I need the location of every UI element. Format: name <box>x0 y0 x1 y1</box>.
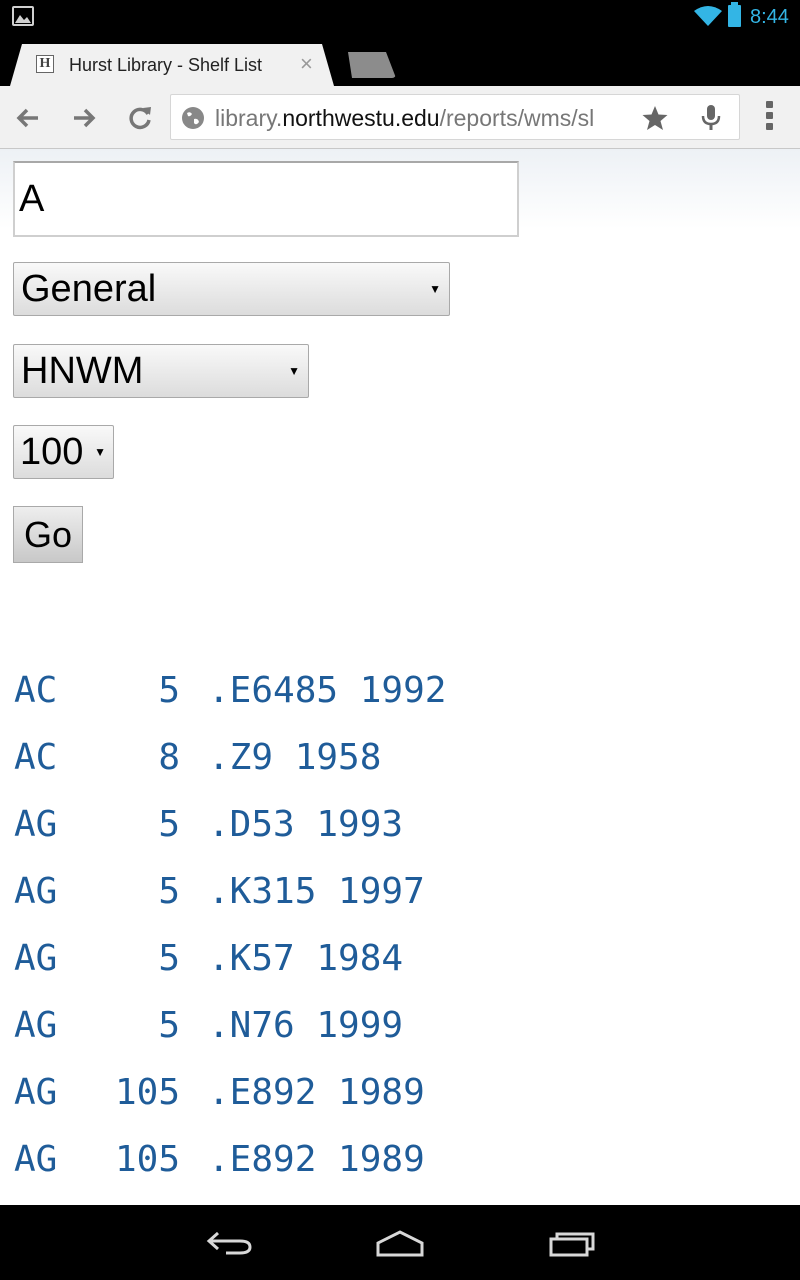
result-number: 5 <box>158 871 180 912</box>
result-number: 105 <box>114 1139 180 1180</box>
url-bar[interactable]: library.northwestu.edu/reports/wms/sl <box>170 94 740 140</box>
collection-select[interactable]: General ▼ <box>13 262 450 316</box>
result-cutter: .D53 1993 <box>208 804 404 845</box>
dropdown-arrow-icon: ▼ <box>429 282 441 296</box>
location-select[interactable]: HNWM ▼ <box>13 344 309 398</box>
home-nav-icon[interactable] <box>374 1229 426 1259</box>
favicon-icon: H <box>36 55 54 73</box>
page-content: A General ▼ HNWM ▼ 100 ▼ Go AC 5 .E6485 … <box>0 149 800 1205</box>
forward-arrow-icon[interactable] <box>68 102 100 134</box>
result-number: 5 <box>158 1005 180 1046</box>
collection-select-value: General <box>21 268 157 310</box>
location-select-value: HNWM <box>21 350 144 392</box>
result-class: AG <box>14 1139 58 1180</box>
url-path: /reports/wms/sl <box>439 105 595 131</box>
recent-apps-icon[interactable] <box>548 1227 596 1257</box>
result-number: 8 <box>158 737 180 778</box>
result-class: AG <box>14 938 58 979</box>
url-text: library.northwestu.edu/reports/wms/sl <box>215 105 635 131</box>
browser-toolbar: library.northwestu.edu/reports/wms/sl <box>0 86 800 149</box>
browser-tab-active[interactable]: H Hurst Library - Shelf List × <box>10 44 334 86</box>
image-notification-icon <box>12 6 34 26</box>
tab-strip: H Hurst Library - Shelf List × <box>0 34 800 86</box>
microphone-icon[interactable] <box>699 104 723 132</box>
result-number: 5 <box>158 938 180 979</box>
result-cutter: .K57 1984 <box>208 938 404 979</box>
menu-icon[interactable] <box>766 101 774 133</box>
result-cutter: .K315 1997 <box>208 871 425 912</box>
result-cutter: .E892 1989 <box>208 1139 425 1180</box>
limit-select-value: 100 <box>20 431 84 473</box>
result-cutter: .E6485 1992 <box>208 670 447 711</box>
globe-icon <box>182 107 204 129</box>
go-button[interactable]: Go <box>13 506 83 563</box>
result-class: AC <box>14 670 58 711</box>
back-arrow-icon[interactable] <box>12 102 44 134</box>
result-cutter: .N76 1999 <box>208 1005 404 1046</box>
dropdown-arrow-icon: ▼ <box>94 445 106 459</box>
result-class: AG <box>14 804 58 845</box>
status-bar: 8:44 <box>0 0 800 34</box>
reload-icon[interactable] <box>124 102 156 134</box>
result-cutter: .E892 1989 <box>208 1072 425 1113</box>
result-class: AC <box>14 737 58 778</box>
result-class: AG <box>14 871 58 912</box>
result-cutter: .Z9 1958 <box>208 737 382 778</box>
result-number: 5 <box>158 670 180 711</box>
bookmark-star-icon[interactable] <box>641 104 669 132</box>
dropdown-arrow-icon: ▼ <box>288 364 300 378</box>
url-domain: northwestu.edu <box>282 105 440 131</box>
battery-icon <box>728 2 741 27</box>
system-navigation-bar <box>0 1205 800 1280</box>
call-number-input[interactable]: A <box>13 161 519 237</box>
wifi-icon <box>694 6 722 26</box>
new-tab-button[interactable] <box>348 52 396 78</box>
back-nav-icon[interactable] <box>206 1229 254 1257</box>
clock: 8:44 <box>750 6 789 28</box>
result-class: AG <box>14 1005 58 1046</box>
close-tab-icon[interactable]: × <box>300 52 313 76</box>
result-class: AG <box>14 1072 58 1113</box>
result-number: 105 <box>114 1072 180 1113</box>
limit-select[interactable]: 100 ▼ <box>13 425 114 479</box>
tab-title: Hurst Library - Shelf List <box>69 55 263 75</box>
result-number: 5 <box>158 804 180 845</box>
url-prefix: library. <box>215 105 283 131</box>
